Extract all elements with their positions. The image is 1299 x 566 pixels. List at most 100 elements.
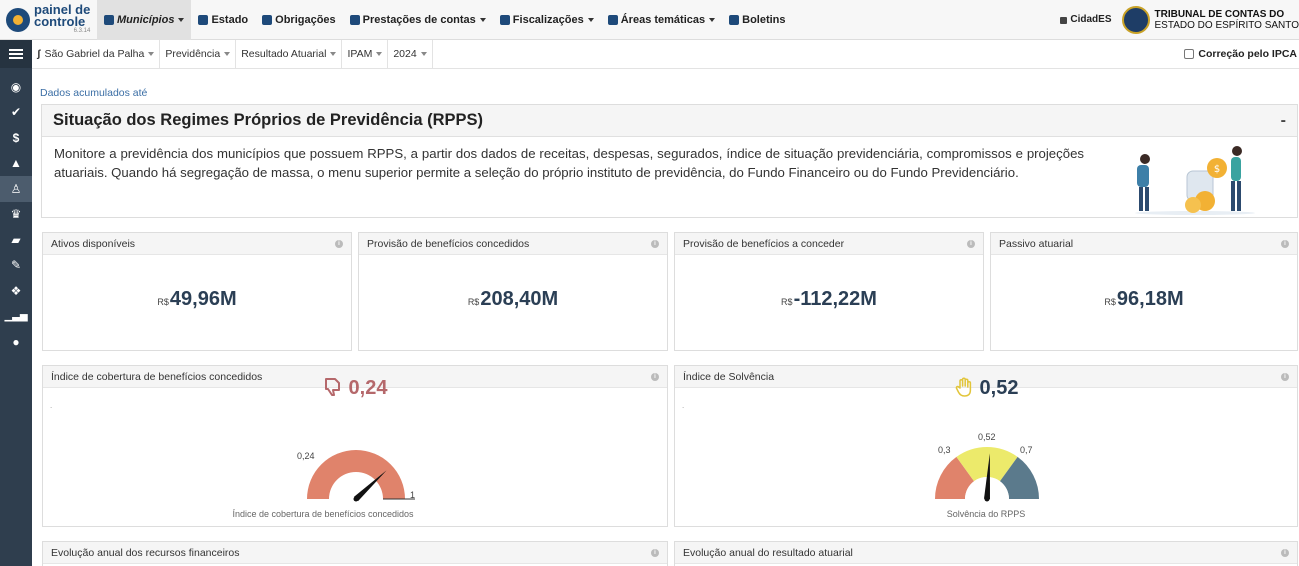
gauge-value: 0,52 bbox=[675, 376, 1297, 400]
hamburger-icon bbox=[9, 49, 23, 59]
sidebar-item-livro[interactable]: ▰ bbox=[0, 227, 32, 253]
ipca-checkbox[interactable] bbox=[1184, 49, 1195, 59]
sidebar-item-previdencia[interactable]: ♙ bbox=[0, 176, 32, 202]
chevron-down-icon bbox=[330, 52, 337, 56]
filter-ano[interactable]: 2024 bbox=[388, 39, 433, 69]
person-icon: ʃ bbox=[37, 48, 41, 60]
globe-icon bbox=[198, 14, 209, 25]
scales-icon bbox=[349, 14, 360, 25]
sidebar-item-financas[interactable]: $ bbox=[0, 125, 32, 151]
app-version: 6.3.14 bbox=[73, 28, 91, 34]
cubes-icon: ❖ bbox=[10, 283, 22, 298]
kpi-value: R$49,96M bbox=[157, 288, 237, 310]
kpi-title: Provisão de benefícios a conceder bbox=[683, 237, 845, 250]
gauge-needle-pivot bbox=[984, 496, 990, 502]
info-icon[interactable]: i bbox=[335, 239, 343, 248]
eye-icon: ◉ bbox=[10, 79, 22, 94]
sidebar-item-alertas[interactable]: ▲ bbox=[0, 151, 32, 177]
tce-seal-logo[interactable] bbox=[1121, 5, 1150, 34]
page-title: Situação dos Regimes Próprios de Previdê… bbox=[53, 111, 484, 129]
info-icon[interactable]: i bbox=[1281, 239, 1289, 248]
info-icon[interactable]: i bbox=[651, 239, 659, 248]
info-icon: ● bbox=[12, 334, 20, 349]
sidebar-item-editar[interactable]: ✎ bbox=[0, 253, 32, 279]
edit-icon: ✎ bbox=[10, 258, 22, 273]
rpps-description: Monitore a previdência dos municípios qu… bbox=[54, 146, 1084, 180]
info-icon[interactable]: i bbox=[1281, 548, 1289, 557]
hand-stop-icon bbox=[955, 377, 971, 397]
filter-instituto[interactable]: IPAM bbox=[342, 39, 389, 69]
logo-mark-icon bbox=[6, 7, 30, 32]
kpi-value: R$208,40M bbox=[467, 288, 559, 310]
nav-estado[interactable]: Estado bbox=[191, 0, 255, 40]
nav-municipios[interactable]: Municípios bbox=[97, 0, 192, 40]
gauge-cobertura-chart bbox=[307, 450, 415, 502]
gauge-arc bbox=[307, 450, 405, 499]
chevron-down-icon bbox=[148, 52, 155, 56]
sidebar-item-check[interactable]: ✔ bbox=[0, 100, 32, 126]
filter-relatorio[interactable]: Resultado Atuarial bbox=[236, 39, 343, 69]
kpi-title: Provisão de benefícios concedidos bbox=[367, 237, 530, 250]
ipca-toggle[interactable]: Correção pelo IPCA bbox=[1184, 48, 1299, 60]
gauge-low-label: 0,3 bbox=[938, 445, 951, 455]
nav-obrigacoes[interactable]: Obrigações bbox=[255, 0, 343, 40]
filter-municipio[interactable]: ʃ São Gabriel da Palha bbox=[32, 39, 161, 69]
top-navbar: painel de controle 6.3.14 Municípios Est… bbox=[0, 0, 1299, 40]
gauge-cobertura-panel: Índice de cobertura de benefícios conced… bbox=[42, 365, 668, 527]
sidebar-item-info[interactable]: ● bbox=[0, 329, 32, 355]
cube-icon bbox=[607, 14, 618, 25]
dados-acumulados-label: Dados acumulados até bbox=[40, 87, 148, 99]
gauge-value: 0,24 bbox=[43, 376, 667, 400]
gauge-solvencia-panel: Índice de Solvência i . 0,52 0,3 0,52 0,7… bbox=[674, 365, 1298, 527]
left-sidebar: ◉ ✔ $ ▲ ♙ ♛ ▰ ✎ ❖ ▁▃▅ ● bbox=[0, 40, 32, 566]
nav-fiscalizacoes[interactable]: Fiscalizações bbox=[493, 0, 601, 40]
cidades-link[interactable]: CidadES bbox=[1060, 14, 1112, 25]
book-icon: ▰ bbox=[11, 232, 21, 247]
menu-toggle-button[interactable] bbox=[0, 40, 32, 68]
panel-evolucao-recursos: Evolução anual dos recursos financeiros i bbox=[42, 541, 668, 566]
check-icon: ✔ bbox=[10, 105, 22, 120]
kpi-value: R$96,18M bbox=[1104, 288, 1184, 310]
info-icon[interactable]: i bbox=[651, 548, 659, 557]
dollar-icon: $ bbox=[12, 130, 20, 145]
document-icon bbox=[499, 14, 510, 25]
info-icon[interactable]: i bbox=[967, 239, 975, 248]
newspaper-icon bbox=[729, 14, 740, 25]
warning-icon: ▲ bbox=[10, 156, 22, 171]
kpi-provisao-concedidos: Provisão de benefícios concedidos i R$208… bbox=[358, 232, 668, 351]
kpi-passivo-atuarial: Passivo atuarial i R$96,18M bbox=[990, 232, 1298, 351]
chevron-down-icon bbox=[178, 17, 185, 22]
gauge-needle-pivot bbox=[353, 496, 359, 502]
app-logo[interactable]: painel de controle 6.3.14 bbox=[0, 0, 97, 40]
nav-areas-tematicas[interactable]: Áreas temáticas bbox=[601, 0, 722, 40]
lock-icon bbox=[1060, 17, 1068, 24]
kpi-value: R$-112,22M bbox=[781, 288, 877, 310]
kpi-title: Passivo atuarial bbox=[999, 237, 1074, 250]
sidebar-item-cubos[interactable]: ❖ bbox=[0, 278, 32, 304]
gauge-caption: Solvência do RPPS bbox=[946, 509, 1026, 519]
chevron-down-icon bbox=[224, 52, 231, 56]
nav-prestacoes[interactable]: Prestações de contas bbox=[343, 0, 493, 40]
panel-title: Evolução anual do resultado atuarial bbox=[683, 546, 853, 559]
trophy-icon: ♛ bbox=[10, 207, 22, 222]
sidebar-item-sinal[interactable]: ▁▃▅ bbox=[0, 304, 32, 330]
svg-text:$: $ bbox=[1214, 164, 1220, 175]
kpi-provisao-a-conceder: Provisão de benefícios a conceder i R$-11… bbox=[674, 232, 984, 351]
chevron-down-icon bbox=[587, 17, 594, 22]
chevron-down-icon bbox=[479, 17, 486, 22]
signal-icon: ▁▃▅ bbox=[4, 310, 28, 322]
nav-boletins[interactable]: Boletins bbox=[722, 0, 792, 40]
panel-title: Evolução anual dos recursos financeiros bbox=[51, 546, 240, 559]
sidebar-item-visao[interactable]: ◉ bbox=[0, 74, 32, 100]
gauge-value-label: 0,52 bbox=[978, 432, 996, 442]
collapse-button[interactable]: - bbox=[1281, 112, 1286, 130]
filter-area[interactable]: Previdência bbox=[160, 39, 237, 69]
savings-illustration: $ bbox=[1135, 146, 1255, 215]
filter-bar: ʃ São Gabriel da Palha Previdência Result… bbox=[32, 39, 1299, 69]
chevron-down-icon bbox=[376, 52, 383, 56]
gauge-high-label: 0,7 bbox=[1020, 445, 1033, 455]
logo-line2: controle bbox=[34, 14, 86, 29]
sidebar-item-trofeu[interactable]: ♛ bbox=[0, 202, 32, 228]
gauge-caption: Índice de cobertura de benefícios conced… bbox=[232, 509, 414, 519]
thumbs-down-icon bbox=[324, 378, 340, 396]
